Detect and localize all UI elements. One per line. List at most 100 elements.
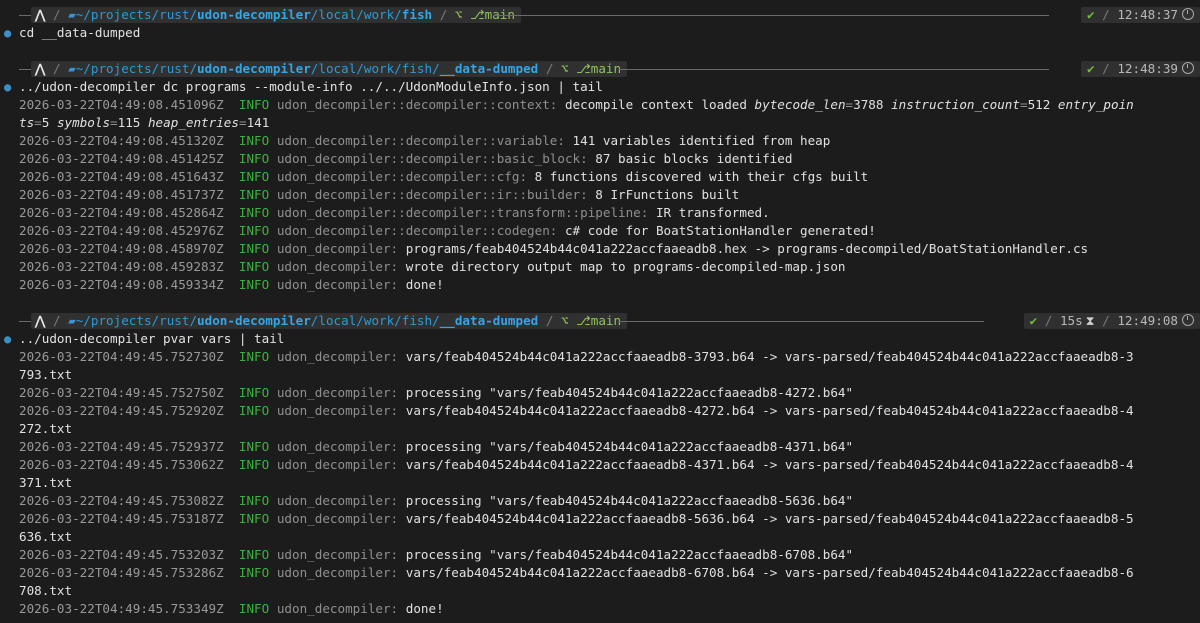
log-message: decompile context loaded bbox=[564, 97, 747, 112]
log-message-wrap: 636.txt bbox=[19, 529, 73, 544]
clock-icon bbox=[1182, 314, 1194, 326]
log-module: udon_decompiler::decompiler::variable: bbox=[276, 133, 565, 148]
log-timestamp: 2026-03-22T04:49:45.752730Z bbox=[19, 349, 224, 364]
log-level: INFO bbox=[238, 187, 270, 202]
prompt-time: 12:48:37 bbox=[1117, 7, 1178, 22]
log-level: INFO bbox=[238, 457, 270, 472]
log-module: udon_decompiler: bbox=[276, 403, 399, 418]
prompt-time: 12:49:08 bbox=[1117, 313, 1178, 328]
log-timestamp: 2026-03-22T04:49:45.753187Z bbox=[19, 511, 224, 526]
log-line: 2026-03-22T04:49:08.459334Z INFO udon_de… bbox=[0, 276, 1200, 294]
log-level: INFO bbox=[238, 259, 270, 274]
log-line-wrap: ts=5 symbols=115 heap_entries=141 bbox=[19, 115, 270, 130]
log-line: 2026-03-22T04:49:08.451737Z INFO udon_de… bbox=[0, 186, 1200, 204]
log-message: programs/feab404524b44c041a222accfaaeadb… bbox=[405, 241, 1089, 256]
log-level: INFO bbox=[238, 385, 270, 400]
log-timestamp: 2026-03-22T04:49:08.451320Z bbox=[19, 133, 224, 148]
command-line-1: ● cd __data-dumped bbox=[0, 24, 1200, 42]
log-line-wrap: 793.txt bbox=[0, 366, 1200, 384]
log-level: INFO bbox=[238, 547, 270, 562]
log-timestamp: 2026-03-22T04:49:45.753062Z bbox=[19, 457, 224, 472]
log-message: c# code for BoatStationHandler generated… bbox=[564, 223, 876, 238]
prompt-left-segment: ⋀ / ▰~/projects/rust/udon-decompiler/loc… bbox=[31, 61, 628, 77]
log-timestamp: 2026-03-22T04:49:08.451737Z bbox=[19, 187, 224, 202]
log-message: 141 variables identified from heap bbox=[572, 133, 831, 148]
log-message: vars/feab404524b44c041a222accfaaeadb8-43… bbox=[405, 457, 1134, 472]
prompt-dot-icon: ● bbox=[4, 332, 12, 346]
log-level: INFO bbox=[238, 565, 270, 580]
log-timestamp: 2026-03-22T04:49:08.452976Z bbox=[19, 223, 224, 238]
log-timestamp: 2026-03-22T04:49:08.451096Z bbox=[19, 97, 224, 112]
github-icon: ⌥ bbox=[454, 7, 463, 22]
log-message-wrap: 793.txt bbox=[19, 367, 73, 382]
git-branch-icon: ⎇ bbox=[576, 61, 591, 76]
log-module: udon_decompiler::decompiler::codegen: bbox=[276, 223, 558, 238]
log-line: 2026-03-22T04:49:08.452864Z INFO udon_de… bbox=[0, 204, 1200, 222]
path-prefix: ~/projects/rust/ bbox=[75, 7, 198, 22]
path-current: fish bbox=[401, 7, 433, 22]
log-field-key: entry_poin bbox=[1057, 97, 1134, 112]
log-field-value: 512 bbox=[1027, 97, 1051, 112]
path-mid: /local/work/fish/ bbox=[310, 313, 440, 328]
command-text: ../udon-decompiler pvar vars | tail bbox=[19, 331, 285, 346]
log-message-wrap: 272.txt bbox=[19, 421, 73, 436]
prompt-time: 12:48:39 bbox=[1117, 61, 1178, 76]
prompt-bar-3: ⋀ / ▰~/projects/rust/udon-decompiler/loc… bbox=[0, 312, 1200, 330]
log-module: udon_decompiler::decompiler::ir::builder… bbox=[276, 187, 588, 202]
log-module: udon_decompiler: bbox=[276, 511, 399, 526]
log-level: INFO bbox=[238, 439, 270, 454]
folder-icon: ▰ bbox=[68, 313, 76, 328]
log-module: udon_decompiler: bbox=[276, 547, 399, 562]
log-module: udon_decompiler: bbox=[276, 277, 399, 292]
clock-icon bbox=[1182, 62, 1194, 74]
command-text: ../udon-decompiler dc programs --module-… bbox=[19, 79, 603, 94]
git-branch-icon: ⎇ bbox=[576, 313, 591, 328]
log-line: 2026-03-22T04:49:45.753082Z INFO udon_de… bbox=[0, 492, 1200, 510]
log-field-key: instruction_count bbox=[891, 97, 1020, 112]
path-prefix: ~/projects/rust/ bbox=[75, 313, 198, 328]
log-level: INFO bbox=[238, 601, 270, 616]
log-line: 2026-03-22T04:49:08.458970Z INFO udon_de… bbox=[0, 240, 1200, 258]
command-duration: 15s bbox=[1059, 313, 1083, 328]
path-repo: udon-decompiler bbox=[197, 7, 311, 22]
log-timestamp: 2026-03-22T04:49:08.459334Z bbox=[19, 277, 224, 292]
log-module: udon_decompiler: bbox=[276, 241, 399, 256]
github-icon: ⌥ bbox=[561, 313, 569, 328]
prompt-dot-icon: ● bbox=[4, 26, 12, 40]
command-line-3: ● ../udon-decompiler pvar vars | tail bbox=[0, 330, 1200, 348]
log-level: INFO bbox=[238, 403, 270, 418]
log-line: 2026-03-22T04:49:08.451096Z INFO udon_de… bbox=[19, 97, 1134, 112]
log-module: udon_decompiler::decompiler::context: bbox=[276, 97, 558, 112]
git-branch: main bbox=[590, 61, 622, 76]
log-message: 8 functions discovered with their cfgs b… bbox=[534, 169, 869, 184]
log-module: udon_decompiler: bbox=[276, 259, 399, 274]
log-message: done! bbox=[405, 601, 444, 616]
log-line: 2026-03-22T04:49:08.451320Z INFO udon_de… bbox=[0, 132, 1200, 150]
arch-linux-icon: ⋀ bbox=[35, 61, 46, 76]
prompt-right-segment: ✔ / 15s ⧗ / 12:49:08 bbox=[1023, 313, 1200, 329]
prompt-bar-1: ⋀ / ▰~/projects/rust/udon-decompiler/loc… bbox=[0, 6, 1200, 24]
path-prefix: ~/projects/rust/ bbox=[75, 61, 198, 76]
github-icon: ⌥ bbox=[561, 61, 569, 76]
log-message: vars/feab404524b44c041a222accfaaeadb8-42… bbox=[405, 403, 1134, 418]
log-line: 2026-03-22T04:49:45.753286Z INFO udon_de… bbox=[0, 564, 1200, 582]
log-module: udon_decompiler::decompiler::cfg: bbox=[276, 169, 528, 184]
hourglass-icon: ⧗ bbox=[1085, 313, 1095, 328]
log-field-value: 3788 bbox=[853, 97, 884, 112]
log-level: INFO bbox=[238, 97, 270, 112]
arch-linux-icon: ⋀ bbox=[35, 313, 46, 328]
log-timestamp: 2026-03-22T04:49:45.752920Z bbox=[19, 403, 224, 418]
log-module: udon_decompiler: bbox=[276, 457, 399, 472]
git-branch: main bbox=[590, 313, 622, 328]
log-level: INFO bbox=[238, 223, 270, 238]
log-module: udon_decompiler: bbox=[276, 601, 399, 616]
terminal-window[interactable]: ⋀ / ▰~/projects/rust/udon-decompiler/loc… bbox=[0, 0, 1200, 623]
log-line: 2026-03-22T04:49:45.752750Z INFO udon_de… bbox=[0, 384, 1200, 402]
log-line: 2026-03-22T04:49:08.451425Z INFO udon_de… bbox=[0, 150, 1200, 168]
log-timestamp: 2026-03-22T04:49:08.458970Z bbox=[19, 241, 224, 256]
log-level: INFO bbox=[238, 169, 270, 184]
path-repo: udon-decompiler bbox=[197, 313, 311, 328]
log-timestamp: 2026-03-22T04:49:45.753349Z bbox=[19, 601, 224, 616]
log-line: 2026-03-22T04:49:45.753203Z INFO udon_de… bbox=[0, 546, 1200, 564]
prompt-left-segment: ⋀ / ▰~/projects/rust/udon-decompiler/loc… bbox=[31, 313, 628, 329]
